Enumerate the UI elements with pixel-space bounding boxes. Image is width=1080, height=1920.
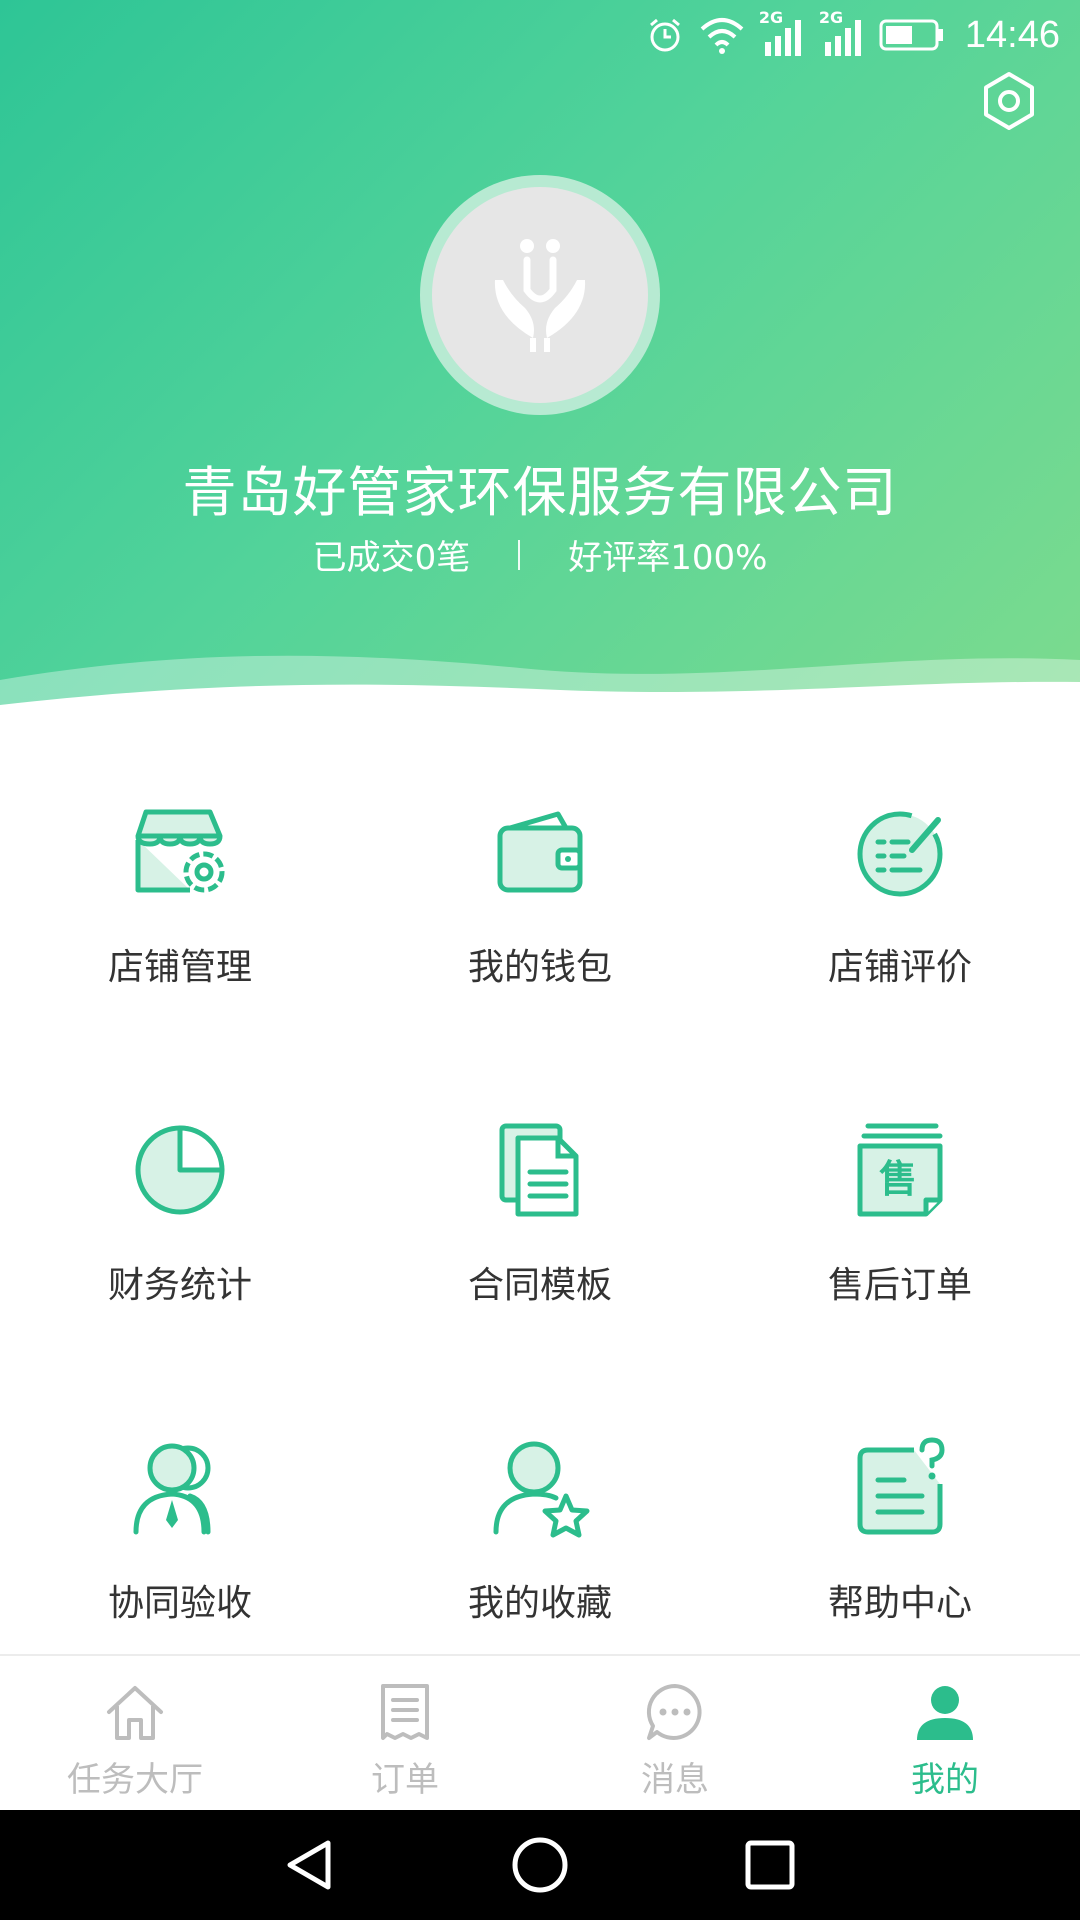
header-wave: [0, 655, 1080, 730]
menu-label: 我的钱包: [467, 947, 612, 988]
pie-chart-icon: [135, 1125, 225, 1215]
favorite-user-icon: [493, 1441, 590, 1538]
menu-item-contract-template[interactable]: 合同模板: [360, 1118, 720, 1418]
tab-task-hall[interactable]: 任务大厅: [0, 1656, 270, 1812]
rating-rate: 好评率100%: [568, 538, 768, 578]
tab-label: 消息: [641, 1760, 709, 1800]
menu-item-store-management[interactable]: 店铺管理: [0, 800, 360, 1100]
help-icon: [857, 1437, 945, 1535]
after-sales-glyph: 售: [879, 1157, 917, 1201]
deals-count: 已成交0笔: [312, 538, 471, 578]
home-icon: [107, 1686, 163, 1740]
menu-label: 售后订单: [827, 1265, 972, 1306]
menu-item-finance-stats[interactable]: 财务统计: [0, 1118, 360, 1418]
message-icon: [646, 1683, 702, 1740]
profile-stats: 已成交0笔 好评率100%: [0, 530, 1080, 579]
settings-icon[interactable]: [978, 70, 1040, 132]
menu-label: 店铺管理: [107, 947, 252, 988]
menu-item-after-sales-orders[interactable]: 售 售后订单: [720, 1118, 1080, 1418]
tab-messages[interactable]: 消息: [540, 1656, 810, 1812]
tab-label: 任务大厅: [67, 1760, 203, 1800]
battery-icon: [879, 19, 943, 51]
menu-label: 我的收藏: [467, 1583, 612, 1624]
order-list-icon: [381, 1684, 429, 1740]
bottom-tab-bar: 任务大厅 订单 消息 我的: [0, 1654, 1080, 1812]
menu-label: 财务统计: [107, 1265, 252, 1306]
company-name: 青岛好管家环保服务有限公司: [182, 461, 898, 524]
menu-item-wallet[interactable]: 我的钱包: [360, 800, 720, 1100]
recent-apps-icon[interactable]: [740, 1835, 800, 1895]
document-icon: [499, 1123, 579, 1217]
home-circle-icon[interactable]: [510, 1835, 570, 1895]
menu-item-store-review[interactable]: 店铺评价: [720, 800, 1080, 1100]
avatar-image: [432, 187, 648, 403]
review-icon: [857, 811, 943, 897]
menu-label: 店铺评价: [827, 947, 972, 988]
tab-label: 订单: [371, 1760, 439, 1800]
status-time: 14:46: [964, 13, 1060, 56]
signal-icon: 2G: [759, 8, 805, 58]
tab-label: 我的: [911, 1760, 979, 1800]
user-icon: [917, 1686, 973, 1740]
wifi-icon: [700, 18, 744, 54]
tab-orders[interactable]: 订单: [270, 1656, 540, 1812]
stats-divider: [518, 539, 521, 570]
menu-label: 帮助中心: [827, 1583, 972, 1624]
status-bar: 2G 2G 14:46: [0, 0, 1080, 74]
profile-header: 2G 2G 14:46 青岛好管家环保服务有限公司 已成交0笔 好评率100%: [0, 0, 1080, 730]
system-nav-bar: [0, 1810, 1080, 1920]
back-icon[interactable]: [280, 1835, 340, 1895]
store-settings-icon: [135, 809, 225, 893]
company-logo-icon: [494, 239, 586, 352]
after-sales-icon: 售: [857, 1123, 943, 1217]
menu-label: 合同模板: [467, 1265, 612, 1306]
menu-label: 协同验收: [107, 1583, 252, 1624]
signal-icon: 2G: [819, 8, 865, 58]
team-icon: [133, 1443, 211, 1535]
tab-mine[interactable]: 我的: [810, 1656, 1080, 1812]
wallet-icon: [497, 811, 583, 893]
alarm-icon: [649, 18, 680, 52]
avatar[interactable]: [420, 175, 660, 415]
